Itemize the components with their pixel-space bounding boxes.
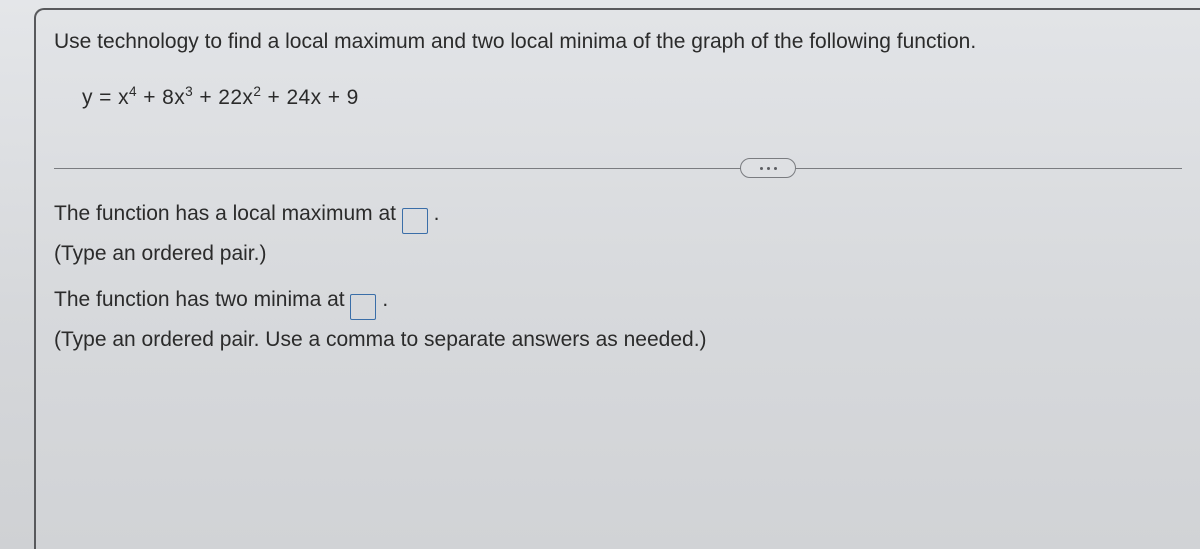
eqn-t1: + 8x bbox=[137, 86, 185, 109]
local-min-hint: (Type an ordered pair. Use a comma to se… bbox=[54, 328, 1182, 352]
local-min-line: The function has two minima at . bbox=[54, 288, 1182, 320]
local-max-prefix: The function has a local maximum at bbox=[54, 202, 402, 225]
eqn-t2: + 22x bbox=[193, 86, 253, 109]
answers-block: The function has a local maximum at . (T… bbox=[54, 202, 1182, 352]
local-min-suffix: . bbox=[382, 288, 388, 311]
local-min-prefix: The function has two minima at bbox=[54, 288, 350, 311]
eqn-p3: 3 bbox=[185, 84, 193, 99]
question-panel: Use technology to find a local maximum a… bbox=[0, 0, 1200, 549]
divider-line bbox=[54, 168, 1182, 169]
local-max-input[interactable] bbox=[402, 208, 428, 234]
eqn-eq: = bbox=[99, 86, 112, 109]
ellipsis-icon bbox=[767, 167, 770, 170]
question-inner: Use technology to find a local maximum a… bbox=[34, 8, 1200, 549]
eqn-lhs: y bbox=[82, 86, 93, 109]
ellipsis-icon bbox=[760, 167, 763, 170]
ellipsis-icon bbox=[774, 167, 777, 170]
local-min-input[interactable] bbox=[350, 294, 376, 320]
section-divider bbox=[54, 156, 1182, 180]
more-options-button[interactable] bbox=[740, 158, 796, 178]
eqn-tail: + 24x + 9 bbox=[261, 86, 358, 109]
local-max-hint: (Type an ordered pair.) bbox=[54, 242, 1182, 266]
question-prompt: Use technology to find a local maximum a… bbox=[54, 28, 1182, 56]
local-max-suffix: . bbox=[434, 202, 440, 225]
eqn-p4: 4 bbox=[129, 84, 137, 99]
local-max-line: The function has a local maximum at . bbox=[54, 202, 1182, 234]
eqn-x1: x bbox=[118, 86, 129, 109]
question-equation: y = x4 + 8x3 + 22x2 + 24x + 9 bbox=[82, 84, 1182, 110]
